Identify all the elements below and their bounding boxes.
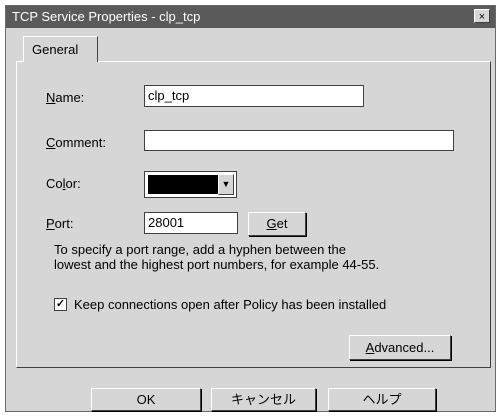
check-icon: ✓ (55, 298, 66, 310)
comment-field[interactable] (144, 130, 454, 151)
color-select[interactable]: ▼ (144, 171, 237, 198)
port-field[interactable]: 28001 (144, 212, 238, 234)
title-bar[interactable]: TCP Service Properties - clp_tcp × (6, 6, 495, 28)
name-field[interactable]: clp_tcp (144, 85, 364, 107)
advanced-button[interactable]: Advanced... (349, 335, 451, 360)
window-title: TCP Service Properties - clp_tcp (12, 9, 201, 24)
color-label: Color: (46, 176, 81, 191)
close-icon: × (478, 11, 486, 23)
close-button[interactable]: × (474, 9, 490, 23)
port-label: Port: (46, 216, 74, 231)
keep-connections-checkbox[interactable]: ✓ (54, 298, 67, 311)
name-label: Name: (46, 90, 85, 105)
tab-label: General (32, 42, 79, 57)
tab-general[interactable]: General (23, 36, 98, 62)
color-swatch (148, 175, 218, 194)
keep-connections-label[interactable]: Keep connections open after Policy has b… (74, 297, 386, 312)
cancel-button[interactable]: キャンセル (211, 388, 316, 411)
get-button[interactable]: Get (248, 212, 306, 236)
tcp-service-dialog: TCP Service Properties - clp_tcp × Gener… (5, 5, 496, 412)
chevron-down-icon: ▼ (221, 179, 231, 189)
help-button[interactable]: ヘルプ (328, 388, 436, 411)
ok-button[interactable]: OK (91, 388, 201, 411)
comment-label: Comment: (46, 135, 106, 150)
color-dropdown-button[interactable]: ▼ (218, 174, 234, 195)
port-range-help: To specify a port range, add a hyphen be… (54, 242, 380, 272)
